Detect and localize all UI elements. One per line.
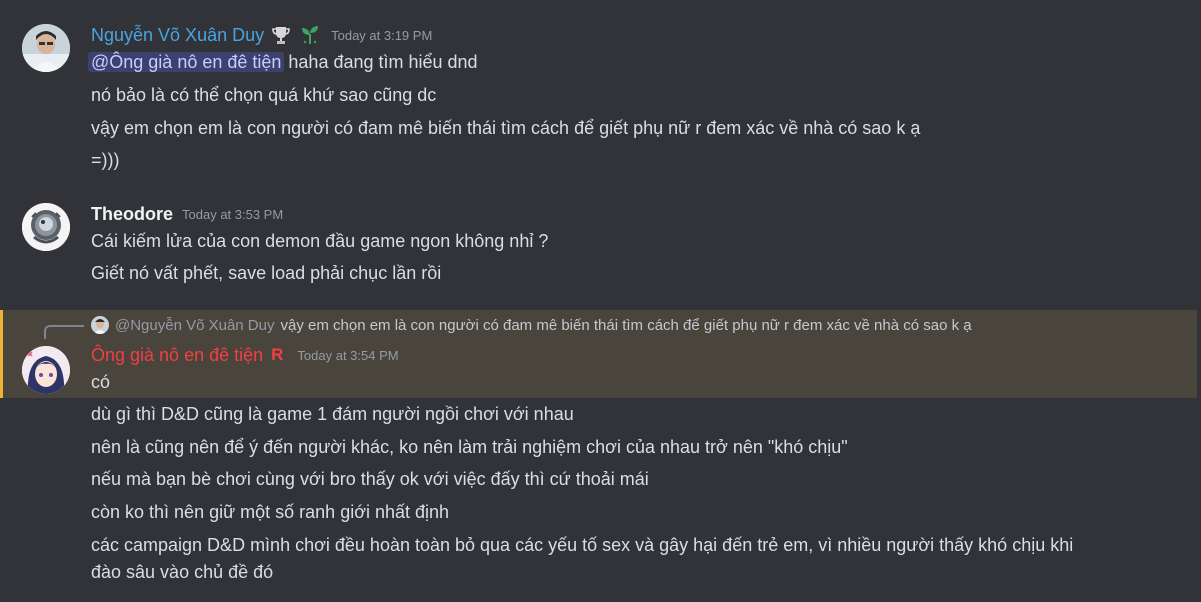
mention-highlight-bar bbox=[0, 310, 3, 398]
message-line: nên là cũng nên để ý đến người khác, ko … bbox=[91, 437, 848, 457]
reply-spine bbox=[44, 325, 84, 339]
avatar[interactable] bbox=[22, 24, 70, 72]
timestamp[interactable]: Today at 3:19 PM bbox=[331, 28, 432, 43]
message-line: các campaign D&D mình chơi đều hoàn toàn… bbox=[91, 535, 1074, 555]
username[interactable]: Theodore bbox=[91, 204, 173, 225]
message-text: haha đang tìm hiểu dnd bbox=[288, 52, 478, 72]
message-line: dù gì thì D&D cũng là game 1 đám người n… bbox=[91, 404, 574, 424]
sprout-icon[interactable] bbox=[298, 24, 322, 46]
role-icon[interactable]: R bbox=[271, 345, 283, 365]
message-line: Cái kiếm lửa của con demon đầu game ngon… bbox=[91, 231, 549, 251]
message-line: nó bảo là có thể chọn quá khứ sao cũng d… bbox=[91, 85, 437, 105]
message-line: =))) bbox=[91, 150, 120, 170]
message-line: có bbox=[91, 372, 111, 392]
message-header: Nguyễn Võ Xuân Duy Today at 3:19 PM bbox=[91, 23, 432, 47]
reply-preview[interactable]: @Nguyễn Võ Xuân Duy vậy em chọn em là co… bbox=[91, 314, 972, 336]
message-header: Theodore Today at 3:53 PM bbox=[91, 202, 283, 226]
message-line: @Ông già nô en đê tiện haha đang tìm hiểu… bbox=[88, 49, 478, 75]
user-mention[interactable]: @Ông già nô en đê tiện bbox=[88, 52, 285, 72]
timestamp[interactable]: Today at 3:54 PM bbox=[297, 348, 398, 363]
timestamp[interactable]: Today at 3:53 PM bbox=[182, 207, 283, 222]
chat-log: Nguyễn Võ Xuân Duy Today at 3:19 PM @Ông… bbox=[0, 0, 1201, 602]
username[interactable]: Ông già nô en đê tiện bbox=[91, 345, 263, 366]
message-line: nếu mà bạn bè chơi cùng với bro thấy ok … bbox=[91, 469, 649, 489]
message-line: Giết nó vất phết, save load phải chục lầ… bbox=[91, 263, 442, 283]
avatar[interactable] bbox=[22, 346, 70, 394]
message-line: vậy em chọn em là con người có đam mê bi… bbox=[91, 118, 921, 138]
avatar[interactable] bbox=[22, 203, 70, 251]
reply-username[interactable]: @Nguyễn Võ Xuân Duy bbox=[115, 317, 275, 334]
message-line: còn ko thì nên giữ một số ranh giới nhất… bbox=[91, 502, 450, 522]
trophy-icon[interactable] bbox=[270, 24, 292, 46]
message-header: Ông già nô en đê tiện R Today at 3:54 PM bbox=[91, 343, 399, 367]
reply-text[interactable]: vậy em chọn em là con người có đam mê bi… bbox=[281, 317, 972, 334]
reply-avatar bbox=[91, 316, 109, 334]
message-line: đào sâu vào chủ đề đó bbox=[91, 562, 274, 582]
username[interactable]: Nguyễn Võ Xuân Duy bbox=[91, 25, 264, 46]
